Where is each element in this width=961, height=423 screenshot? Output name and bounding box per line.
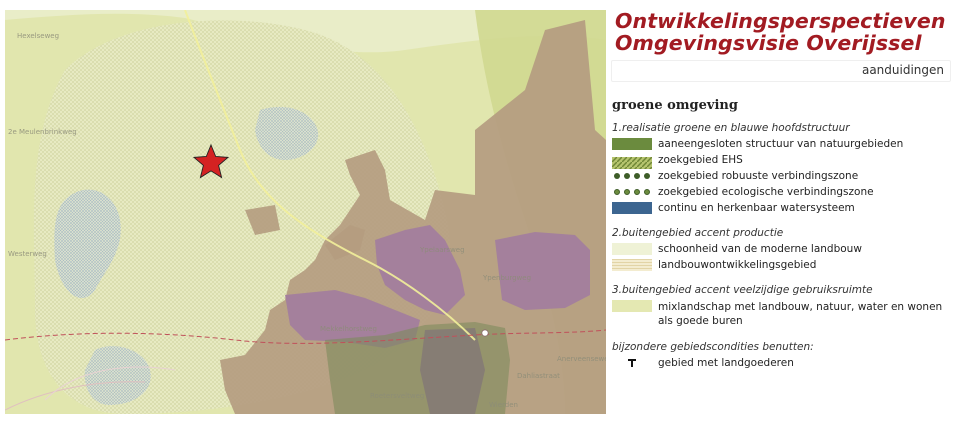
legend-item: gebied met landgoederen (611, 357, 956, 373)
landbouwontwikkeling-swatch (612, 259, 652, 271)
legend-subtitle-box: aanduidingen (611, 60, 951, 82)
industrial-area (495, 232, 590, 310)
legend-item: zoekgebied ecologische verbindingszone (611, 186, 956, 202)
legend-item-label: aaneengesloten structuur van natuurgebie… (658, 138, 904, 150)
street-label: Ypenburgweg (483, 274, 532, 282)
mixlandschap-swatch (612, 300, 652, 312)
legend-item: continu en herkenbaar watersysteem (611, 202, 956, 218)
legend-item-label: landbouwontwikkelingsgebied (658, 259, 817, 271)
legend-item: landbouwontwikkelingsgebied (611, 259, 956, 275)
landgoed-icon (612, 357, 652, 369)
street-label: Ypelaarsweg (420, 246, 465, 254)
legend-title-line2: Omgevingsvisie Overijssel (615, 31, 922, 55)
legend-item: zoekgebied robuuste verbindingszone (611, 170, 956, 186)
legend-item-label: zoekgebied ecologische verbindingszone (658, 186, 874, 198)
legend-panel: Ontwikkelingsperspectieven Omgevingsvisi… (611, 10, 956, 414)
legend-item: mixlandschap met landbouw, natuur, water… (611, 300, 956, 332)
street-label: Roetersveltweg (370, 392, 425, 400)
station-icon (481, 329, 489, 337)
legend-group-heading: 1.realisatie groene en blauwe hoofdstruc… (612, 122, 850, 134)
street-label: Anerveenseweg (557, 355, 606, 363)
legend-item: aaneengesloten structuur van natuurgebie… (611, 138, 956, 154)
street-label: Wierden (489, 401, 518, 409)
legend-item-label: zoekgebied EHS (658, 154, 743, 166)
legend-group-heading: 2.buitengebied accent productie (612, 227, 784, 239)
moderne-landbouw-swatch (612, 243, 652, 255)
legend-title-line1: Ontwikkelingsperspectieven (615, 10, 946, 33)
map-canvas[interactable] (5, 10, 606, 414)
street-label: Dahliastraat (517, 372, 560, 380)
street-label: Mekkelhorstweg (320, 325, 377, 333)
legend-group-heading: bijzondere gebiedscondities benutten: (612, 341, 814, 353)
legend-item: zoekgebied EHS (611, 154, 956, 170)
legend-subtitle: aanduidingen (861, 63, 944, 77)
center-overlay-area (420, 328, 485, 414)
watersysteem-swatch (612, 202, 652, 214)
ecologische-verbindingszone-dots (612, 186, 652, 198)
legend-item-label: continu en herkenbaar watersysteem (658, 202, 855, 214)
street-label: Westerweg (8, 250, 47, 258)
ehs-hatch-swatch (612, 154, 652, 169)
street-label: Hexelseweg (17, 32, 60, 40)
legend-item-label: zoekgebied robuuste verbindingszone (658, 170, 859, 182)
legend-group-heading: 3.buitengebied accent veelzijdige gebrui… (612, 284, 873, 296)
legend-item-label: gebied met landgoederen (658, 357, 794, 369)
legend-item-label: mixlandschap met landbouw, natuur, water… (658, 301, 943, 327)
robuuste-verbindingszone-dots (612, 170, 652, 182)
legend-item-label: schoonheid van de moderne landbouw (658, 243, 862, 255)
map-view[interactable]: Hexelseweg Ypelaarsweg Ypenburgweg Anerv… (5, 10, 606, 414)
legend-item: schoonheid van de moderne landbouw (611, 243, 956, 259)
legend-section-title: groene omgeving (612, 98, 738, 113)
street-label: 2e Meulenbrinkweg (8, 128, 77, 136)
natuurgebieden-swatch (612, 138, 652, 150)
